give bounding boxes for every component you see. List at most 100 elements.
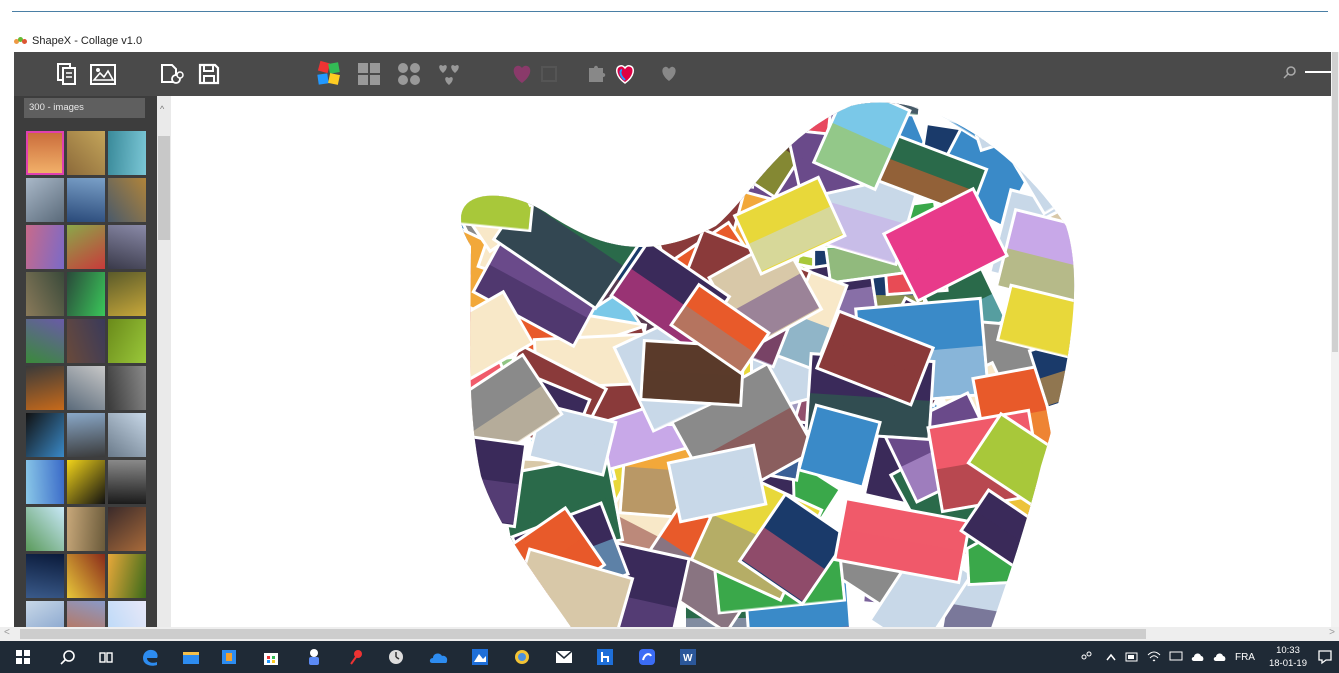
image-thumbnail[interactable]: [26, 319, 64, 363]
collage-photo-image: [461, 113, 547, 200]
word-icon[interactable]: W: [677, 646, 699, 668]
image-thumbnail[interactable]: [108, 225, 146, 269]
image-thumbnail[interactable]: [26, 460, 64, 504]
pin-icon[interactable]: [346, 646, 368, 668]
collage-photo-image: [1010, 102, 1075, 121]
image-thumbnail[interactable]: [108, 460, 146, 504]
open-shape-button[interactable]: [158, 61, 186, 87]
puzzle-shape-button[interactable]: [584, 61, 610, 87]
houzz-icon[interactable]: [594, 646, 616, 668]
chevron-up-icon[interactable]: [1105, 652, 1117, 662]
cloud-icon[interactable]: [1191, 651, 1205, 663]
app-icon[interactable]: [303, 646, 325, 668]
zoom-slider-icon[interactable]: [1305, 71, 1331, 73]
image-count-label: 300 - images: [24, 98, 145, 118]
square-shape-icon: [541, 66, 557, 82]
windows-start-icon[interactable]: [12, 646, 34, 668]
scroll-thumb[interactable]: [158, 136, 170, 240]
photos-icon[interactable]: [469, 646, 491, 668]
image-gallery-icon: [90, 64, 116, 85]
mail-icon[interactable]: [553, 646, 575, 668]
image-thumbnail[interactable]: [67, 507, 105, 551]
clock-app-icon[interactable]: [385, 646, 407, 668]
image-thumbnail[interactable]: [67, 554, 105, 598]
scroll-left-icon[interactable]: <: [4, 627, 10, 638]
image-thumbnail[interactable]: [108, 272, 146, 316]
collage-photo-image: [720, 102, 799, 131]
image-thumbnail[interactable]: [108, 131, 146, 175]
titlebar: ShapeX - Collage v1.0: [14, 33, 142, 49]
window-scrollbar[interactable]: [1331, 52, 1339, 627]
task-view-icon[interactable]: [95, 646, 117, 668]
window-scroll-thumb[interactable]: [1332, 52, 1338, 352]
collage-canvas[interactable]: [171, 96, 1339, 627]
language-indicator[interactable]: FRA: [1235, 652, 1255, 663]
onedrive-icon[interactable]: [428, 646, 450, 668]
app2-icon[interactable]: [511, 646, 533, 668]
media-icon[interactable]: [218, 646, 240, 668]
image-thumbnail[interactable]: [67, 131, 105, 175]
image-thumbnail[interactable]: [108, 507, 146, 551]
image-thumbnail[interactable]: [26, 507, 64, 551]
toolbar: [14, 52, 1339, 96]
circles-layout-button[interactable]: [394, 61, 424, 87]
store-icon[interactable]: [260, 646, 282, 668]
hearts-layout-button[interactable]: [434, 61, 464, 87]
taskbar-search-icon[interactable]: [57, 646, 79, 668]
image-thumbnail[interactable]: [26, 225, 64, 269]
grid-layout-button[interactable]: [354, 61, 384, 87]
image-thumbnail[interactable]: [67, 178, 105, 222]
collage-photo-image: [560, 120, 690, 234]
add-images-button[interactable]: [88, 61, 118, 87]
scroll-right-icon[interactable]: >: [1329, 627, 1335, 638]
collage-photo: [481, 102, 635, 152]
collage-photo-image: [1033, 592, 1075, 627]
image-thumbnail[interactable]: [26, 601, 64, 627]
image-thumbnail[interactable]: [67, 319, 105, 363]
file-explorer-icon[interactable]: [180, 646, 202, 668]
image-thumbnail[interactable]: [26, 272, 64, 316]
image-thumbnail[interactable]: [26, 554, 64, 598]
image-thumbnail[interactable]: [108, 366, 146, 410]
heart-outline-button[interactable]: [612, 61, 638, 87]
image-thumbnail[interactable]: [108, 413, 146, 457]
heart-shape-button[interactable]: [509, 61, 535, 87]
image-thumbnail[interactable]: [26, 178, 64, 222]
wifi-icon[interactable]: [1147, 651, 1161, 663]
image-thumbnail[interactable]: [26, 366, 64, 410]
sidebar-scrollbar[interactable]: ^: [157, 96, 171, 627]
display-icon[interactable]: [1169, 651, 1183, 663]
image-thumbnail[interactable]: [26, 131, 64, 175]
horizontal-scrollbar[interactable]: < >: [0, 627, 1339, 641]
image-thumbnail[interactable]: [67, 601, 105, 627]
collage-photo: [1024, 497, 1075, 611]
collage-photo-band: [642, 370, 741, 404]
battery-icon[interactable]: [1125, 651, 1139, 663]
horizontal-scroll-thumb[interactable]: [20, 629, 1146, 639]
image-thumbnail[interactable]: [26, 413, 64, 457]
image-thumbnail[interactable]: [108, 554, 146, 598]
image-thumbnail[interactable]: [108, 178, 146, 222]
search-icon[interactable]: [1283, 65, 1297, 79]
save-icon: [198, 63, 220, 85]
collage-photo-band: [720, 102, 793, 130]
people-icon[interactable]: [1079, 650, 1093, 664]
edge-icon[interactable]: [139, 646, 161, 668]
scroll-up-icon[interactable]: ^: [160, 104, 164, 114]
copy-images-button[interactable]: [54, 61, 80, 87]
image-thumbnail[interactable]: [67, 366, 105, 410]
image-thumbnail[interactable]: [108, 601, 146, 627]
notification-icon[interactable]: [1317, 649, 1333, 665]
onedrive-tray-icon[interactable]: [1213, 651, 1227, 663]
image-thumbnail[interactable]: [67, 460, 105, 504]
clock[interactable]: 10:33 18-01-19: [1269, 644, 1307, 670]
colorful-layout-button[interactable]: [314, 60, 344, 87]
square-shape-button[interactable]: [538, 61, 560, 87]
app3-icon[interactable]: [636, 646, 658, 668]
image-thumbnail[interactable]: [67, 413, 105, 457]
heart-small-button[interactable]: [658, 61, 680, 87]
save-button[interactable]: [196, 61, 222, 87]
image-thumbnail[interactable]: [108, 319, 146, 363]
image-thumbnail[interactable]: [67, 272, 105, 316]
image-thumbnail[interactable]: [67, 225, 105, 269]
